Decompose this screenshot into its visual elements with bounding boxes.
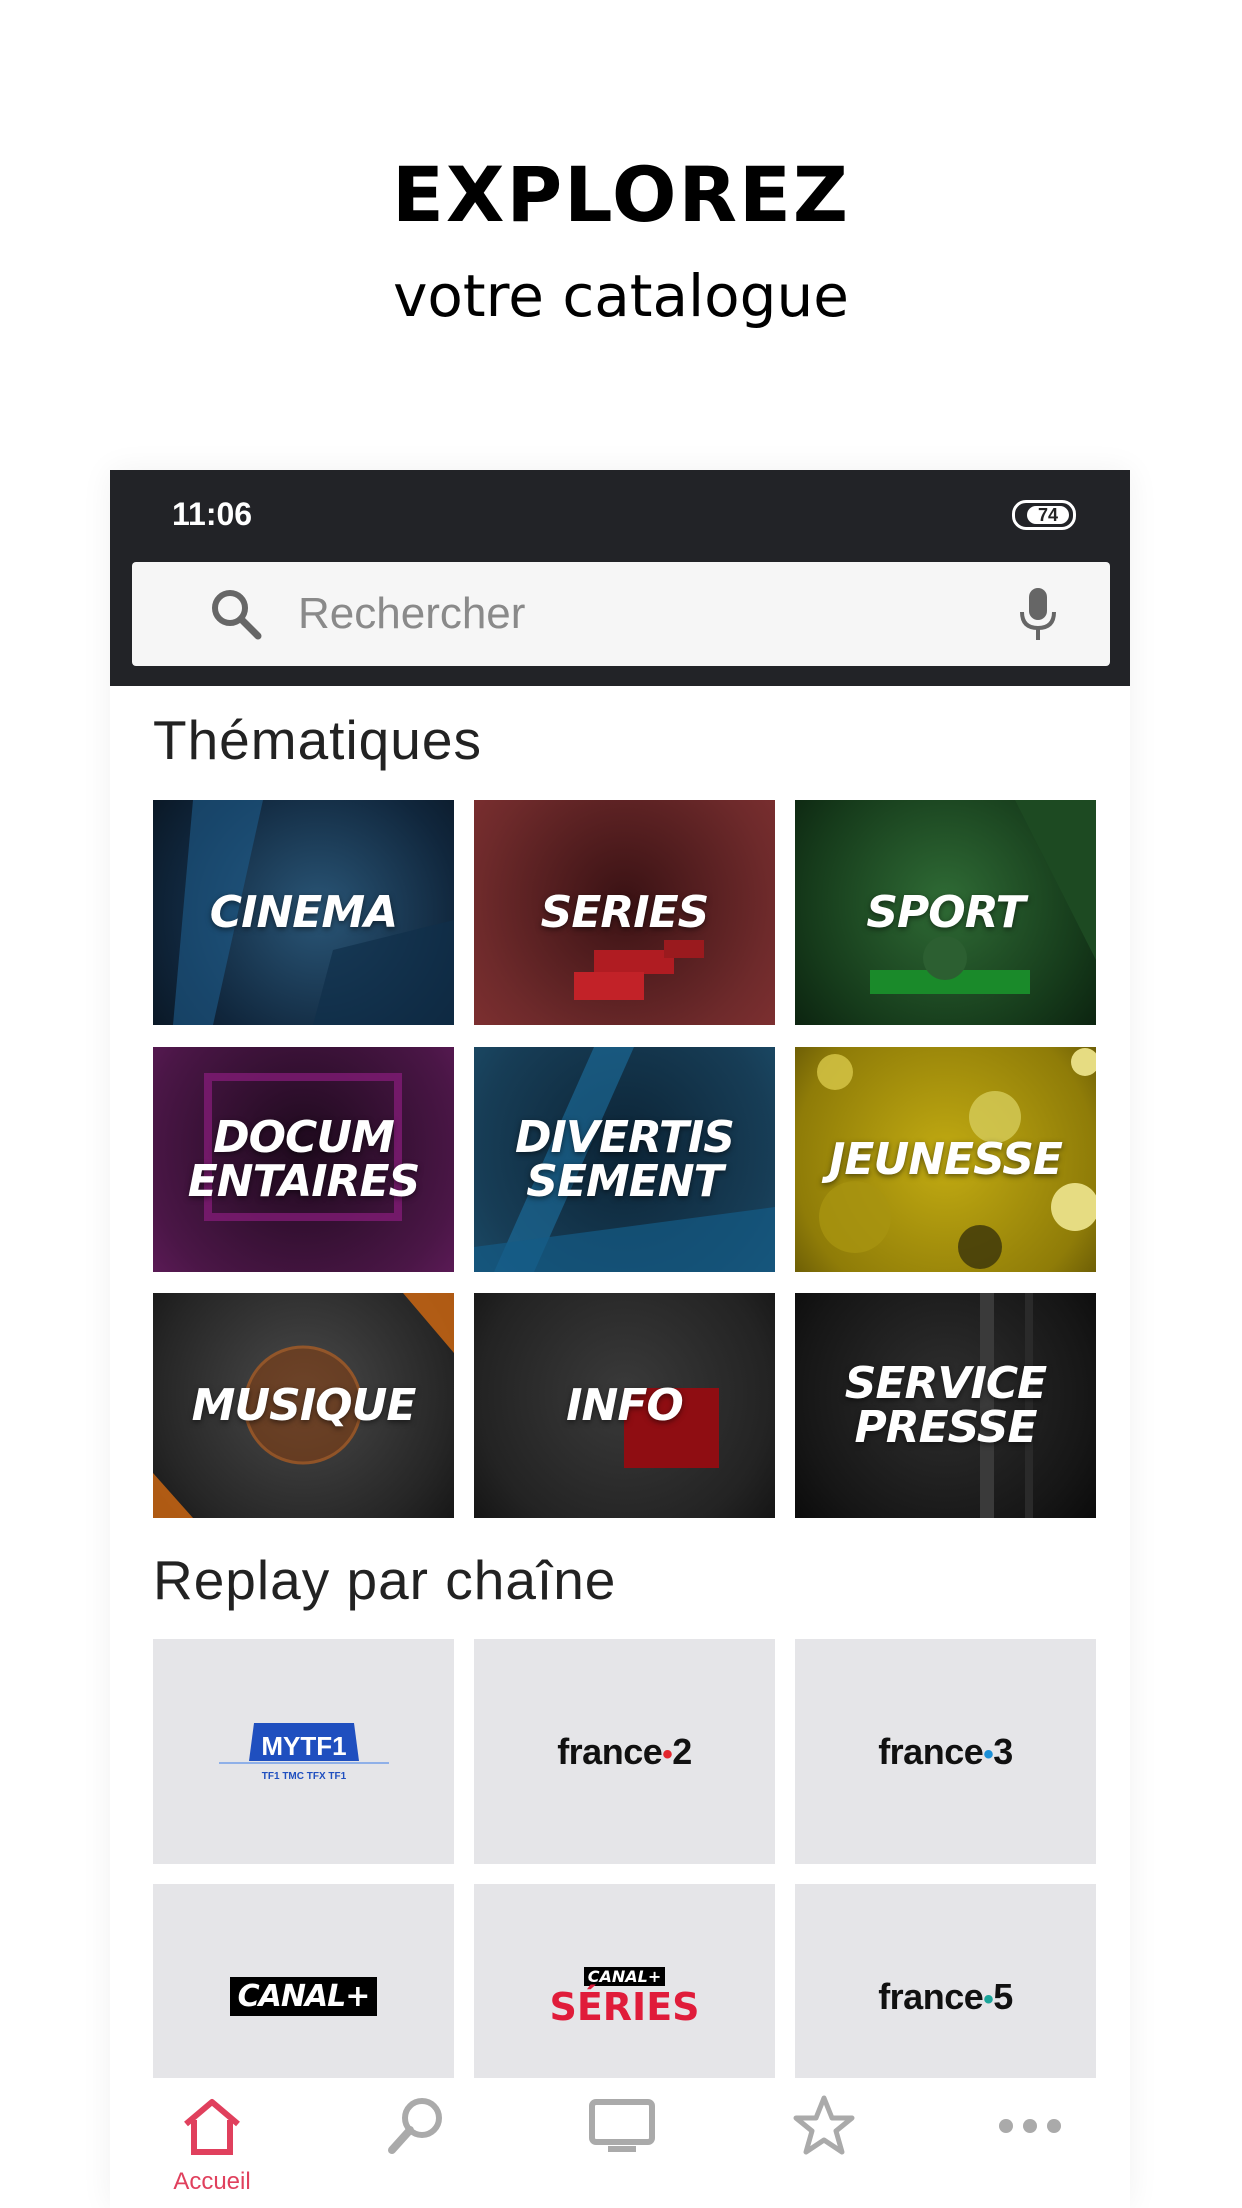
channel-tile-canalplus-series[interactable]: CANAL+ SÉRIES	[474, 1884, 775, 2109]
search-bar[interactable]	[132, 562, 1110, 666]
logo-bottom: SÉRIES	[549, 1984, 700, 2029]
logo-number: 3	[993, 1730, 1013, 1772]
top-bar: 11:06 74	[110, 470, 1130, 686]
nav-home-label: Accueil	[173, 2168, 251, 2195]
mytf1-logo-subtext: TF1 TMC TFX TF1	[261, 1771, 346, 1782]
tile-label: INFO	[566, 1379, 684, 1431]
logo-word: france	[557, 1730, 663, 1772]
mytf1-logo-text: MYTF1	[261, 1731, 346, 1761]
tile-label: CINEMA	[209, 886, 398, 938]
theme-tile-jeunesse[interactable]: JEUNESSE	[795, 1047, 1096, 1272]
tile-label: SERIES	[540, 886, 710, 938]
nav-tv[interactable]	[518, 2078, 722, 2208]
tile-label: DOCUM ENTAIRES	[187, 1111, 421, 1207]
search-input[interactable]	[298, 584, 898, 644]
tile-label: JEUNESSE	[829, 1133, 1063, 1185]
themes-title: Thématiques	[153, 709, 482, 771]
replay-title: Replay par chaîne	[153, 1549, 617, 1611]
tile-label: SPORT	[866, 886, 1025, 938]
channel-tile-france2[interactable]: france•2	[474, 1639, 775, 1864]
more-icon	[999, 2119, 1061, 2133]
channel-tile-canalplus[interactable]: CANAL+	[153, 1884, 454, 2109]
tile-label: DIVERTIS SEMENT	[515, 1111, 735, 1207]
logo-word: france	[878, 1975, 984, 2017]
logo-number: 5	[993, 1975, 1013, 2017]
tile-label: SERVICE PRESSE	[844, 1357, 1047, 1453]
search-icon	[388, 2098, 442, 2154]
france5-logo: france•5	[878, 1976, 1013, 2018]
theme-tile-series[interactable]: SERIES	[474, 800, 775, 1025]
tile-label: MUSIQUE	[191, 1379, 417, 1431]
tv-icon	[589, 2099, 655, 2152]
mytf1-logo: MYTF1 TF1 TMC TFX TF1	[218, 1722, 389, 1782]
home-icon	[184, 2099, 240, 2155]
battery-level: 74	[1027, 506, 1069, 524]
bottom-nav: Accueil	[110, 2078, 1130, 2208]
logo-dot: •	[983, 1737, 994, 1771]
nav-home[interactable]: Accueil	[110, 2078, 314, 2208]
star-icon	[793, 2095, 855, 2155]
subline: votre catalogue	[393, 262, 849, 330]
headline: EXPLOREZ	[391, 150, 851, 239]
battery-indicator: 74	[1012, 500, 1076, 530]
microphone-icon[interactable]	[1014, 584, 1062, 644]
france2-logo: france•2	[557, 1731, 692, 1773]
phone-screen: 11:06 74 Thématiques CINEMA SERIES SPORT	[110, 470, 1130, 2208]
nav-more[interactable]	[926, 2078, 1130, 2208]
theme-tile-musique[interactable]: MUSIQUE	[153, 1293, 454, 1518]
theme-tile-info[interactable]: INFO	[474, 1293, 775, 1518]
theme-tile-service-presse[interactable]: SERVICE PRESSE	[795, 1293, 1096, 1518]
logo-dot: •	[662, 1737, 673, 1771]
logo-top: CANAL+	[583, 1966, 666, 1986]
france3-logo: france•3	[878, 1731, 1013, 1773]
logo-number: 2	[672, 1730, 692, 1772]
canalplus-series-logo: CANAL+ SÉRIES	[549, 1966, 700, 2029]
status-time: 11:06	[172, 496, 253, 532]
theme-tile-cinema[interactable]: CINEMA	[153, 800, 454, 1025]
nav-search[interactable]	[314, 2078, 518, 2208]
nav-favorites[interactable]	[722, 2078, 926, 2208]
search-icon	[212, 590, 262, 640]
canalplus-logo: CANAL+	[229, 1977, 378, 2016]
channel-tile-mytf1[interactable]: MYTF1 TF1 TMC TFX TF1	[153, 1639, 454, 1864]
channel-tile-france3[interactable]: france•3	[795, 1639, 1096, 1864]
logo-dot: •	[983, 1982, 994, 2016]
logo-word: france	[878, 1730, 984, 1772]
theme-tile-sport[interactable]: SPORT	[795, 800, 1096, 1025]
theme-tile-divertissement[interactable]: DIVERTIS SEMENT	[474, 1047, 775, 1272]
channel-tile-france5[interactable]: france•5	[795, 1884, 1096, 2109]
theme-tile-documentaires[interactable]: DOCUM ENTAIRES	[153, 1047, 454, 1272]
